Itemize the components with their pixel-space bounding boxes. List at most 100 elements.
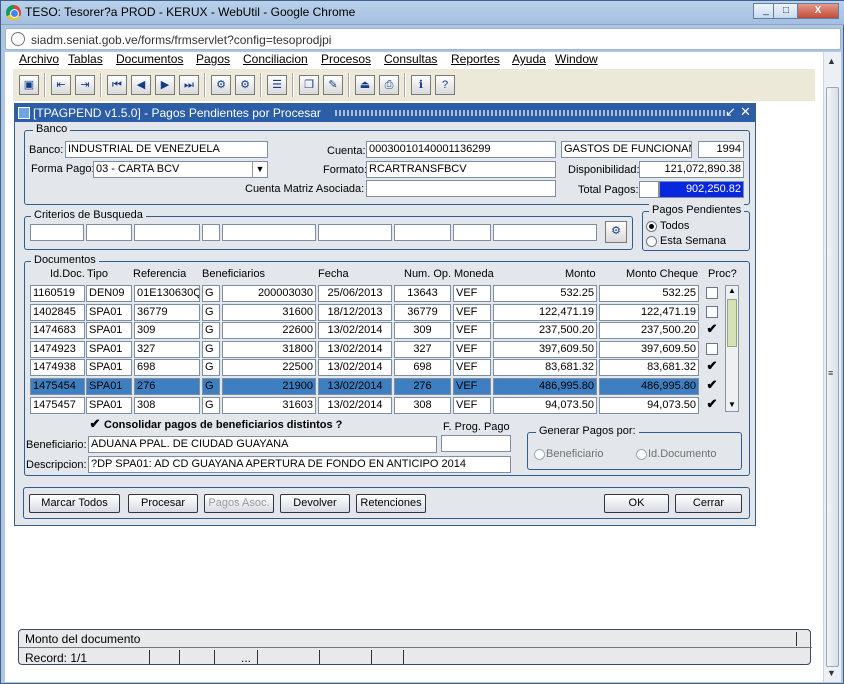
- table-cell-fecha[interactable]: 25/06/2013: [318, 285, 392, 302]
- table-cell-id[interactable]: 1160519: [30, 285, 85, 302]
- table-cell-moneda[interactable]: VEF: [453, 396, 491, 414]
- table-cell-fecha[interactable]: 13/02/2014: [318, 322, 392, 340]
- criteria-numop-field[interactable]: [394, 224, 451, 241]
- table-cell-moneda[interactable]: VEF: [453, 359, 491, 377]
- table-scroll-thumb[interactable]: [727, 299, 737, 347]
- exit-icon[interactable]: ⇤: [51, 75, 71, 95]
- table-cell-numop[interactable]: 36779: [394, 303, 451, 321]
- forma-pago-select[interactable]: 03 - CARTA BCV ▼: [93, 161, 268, 178]
- table-cell-numop[interactable]: 309: [394, 322, 451, 340]
- table-cell-g[interactable]: G: [202, 340, 220, 358]
- next-record-icon[interactable]: ▶: [155, 75, 175, 95]
- table-cell-benef[interactable]: 200003030: [222, 285, 316, 302]
- consolidar-checkbox[interactable]: ✔: [89, 417, 101, 431]
- table-cell-cheque[interactable]: 83,681.32: [599, 359, 699, 377]
- table-cell-ref[interactable]: 308: [134, 396, 200, 414]
- page-scrollbar[interactable]: ▲ ≡ ▼: [823, 52, 841, 682]
- menu-consultas[interactable]: Consultas: [384, 52, 437, 66]
- url-text[interactable]: siadm.seniat.gob.ve/forms/frmservlet?con…: [31, 33, 331, 47]
- address-bar[interactable]: siadm.seniat.gob.ve/forms/frmservlet?con…: [5, 28, 841, 50]
- menu-reportes[interactable]: Reportes: [451, 52, 500, 66]
- table-cell-moneda[interactable]: VEF: [453, 285, 491, 302]
- previous-record-icon[interactable]: ◀: [131, 75, 151, 95]
- cuenta-desc-field[interactable]: GASTOS DE FUNCIONAMIE: [561, 141, 692, 158]
- help-icon[interactable]: ?: [435, 75, 455, 95]
- search-icon[interactable]: ⚙: [605, 221, 627, 243]
- menu-procesos[interactable]: Procesos: [321, 52, 371, 66]
- descripcion-field[interactable]: ?DP SPA01: AD CD GUAYANA APERTURA DE FON…: [88, 456, 511, 473]
- close-form-icon[interactable]: ✕: [740, 104, 751, 120]
- table-cell-g[interactable]: G: [202, 322, 220, 340]
- criteria-referencia-field[interactable]: [134, 224, 200, 241]
- table-cell-ref[interactable]: 36779: [134, 303, 200, 321]
- first-record-icon[interactable]: ⏮: [107, 75, 127, 95]
- table-cell-numop[interactable]: 308: [394, 396, 451, 414]
- menu-window[interactable]: Window: [555, 52, 598, 66]
- table-cell-g[interactable]: G: [202, 378, 220, 395]
- table-cell-benef[interactable]: 31600: [222, 303, 316, 321]
- marcar-todos-button[interactable]: Marcar Todos: [29, 494, 120, 513]
- criteria-beneficiario-field[interactable]: [222, 224, 316, 241]
- total-pagos-field[interactable]: 902,250.82: [659, 181, 744, 198]
- exit-form-icon[interactable]: ⏏: [355, 75, 375, 95]
- table-cell-monto[interactable]: 532.25: [493, 285, 597, 302]
- table-cell-moneda[interactable]: VEF: [453, 322, 491, 340]
- scroll-up-icon[interactable]: ▲: [827, 56, 836, 66]
- table-cell-tipo[interactable]: SPA01: [86, 378, 132, 395]
- table-cell-id[interactable]: 1402845: [30, 303, 85, 321]
- table-cell-moneda[interactable]: VEF: [453, 303, 491, 321]
- table-cell-tipo[interactable]: DEN09: [86, 285, 132, 302]
- table-cell-ref[interactable]: 01E130630Q: [134, 285, 200, 302]
- table-cell-id[interactable]: 1474683: [30, 322, 85, 340]
- chevron-down-icon[interactable]: ▼: [252, 162, 267, 177]
- proc-checkbox[interactable]: [706, 287, 718, 299]
- table-cell-fecha[interactable]: 18/12/2013: [318, 303, 392, 321]
- table-cell-numop[interactable]: 698: [394, 359, 451, 377]
- table-cell-id[interactable]: 1475454: [30, 378, 85, 395]
- table-cell-cheque[interactable]: 397,609.50: [599, 340, 699, 358]
- banco-field[interactable]: INDUSTRIAL DE VENEZUELA: [65, 141, 268, 158]
- table-cell-g[interactable]: G: [202, 396, 220, 414]
- cuenta-field[interactable]: 00030010140001136299: [366, 141, 556, 158]
- table-cell-tipo[interactable]: SPA01: [86, 303, 132, 321]
- list-icon[interactable]: ☰: [267, 75, 287, 95]
- table-cell-id[interactable]: 1474938: [30, 359, 85, 377]
- table-cell-g[interactable]: G: [202, 285, 220, 302]
- table-cell-fecha[interactable]: 13/02/2014: [318, 340, 392, 358]
- disponibilidad-field[interactable]: 121,072,890.38: [639, 161, 744, 178]
- procesar-button[interactable]: Procesar: [128, 494, 198, 513]
- fprog-field[interactable]: [441, 435, 511, 452]
- ok-button[interactable]: OK: [604, 494, 669, 513]
- proc-checkbox[interactable]: [706, 305, 718, 318]
- table-cell-g[interactable]: G: [202, 359, 220, 377]
- table-cell-monto[interactable]: 237,500.20: [493, 322, 597, 340]
- table-scroll-down-icon[interactable]: ▼: [728, 400, 736, 409]
- table-cell-benef[interactable]: 31603: [222, 396, 316, 414]
- last-record-icon[interactable]: ⏭: [179, 75, 199, 95]
- table-scrollbar[interactable]: ▲ ▼: [725, 285, 739, 412]
- menu-documentos[interactable]: Documentos: [116, 52, 183, 66]
- table-cell-tipo[interactable]: SPA01: [86, 340, 132, 358]
- table-cell-tipo[interactable]: SPA01: [86, 322, 132, 340]
- proc-checkbox[interactable]: ✔: [706, 322, 718, 336]
- save-icon[interactable]: ▣: [19, 75, 39, 95]
- cuenta-matriz-field[interactable]: [366, 180, 556, 197]
- proc-checkbox[interactable]: ✔: [706, 378, 718, 392]
- table-cell-benef[interactable]: 31800: [222, 340, 316, 358]
- table-cell-fecha[interactable]: 13/02/2014: [318, 396, 392, 414]
- proc-checkbox[interactable]: ✔: [706, 397, 718, 411]
- table-cell-cheque[interactable]: 94,073.50: [599, 396, 699, 414]
- criteria-g-field[interactable]: [202, 224, 220, 241]
- menu-archivo[interactable]: Archivo: [19, 52, 59, 66]
- print-icon[interactable]: ⎙: [379, 75, 399, 95]
- table-scroll-up-icon[interactable]: ▲: [728, 286, 736, 295]
- proc-checkbox[interactable]: ✔: [706, 359, 718, 373]
- table-cell-ref[interactable]: 276: [134, 378, 200, 395]
- table-cell-numop[interactable]: 13643: [394, 285, 451, 302]
- radio-esta-semana[interactable]: [646, 236, 657, 247]
- radio-todos[interactable]: [646, 221, 657, 232]
- menu-ayuda[interactable]: Ayuda: [512, 52, 546, 66]
- retenciones-button[interactable]: Retenciones: [356, 494, 426, 513]
- proc-checkbox[interactable]: [706, 342, 718, 355]
- menu-pagos[interactable]: Pagos: [196, 52, 230, 66]
